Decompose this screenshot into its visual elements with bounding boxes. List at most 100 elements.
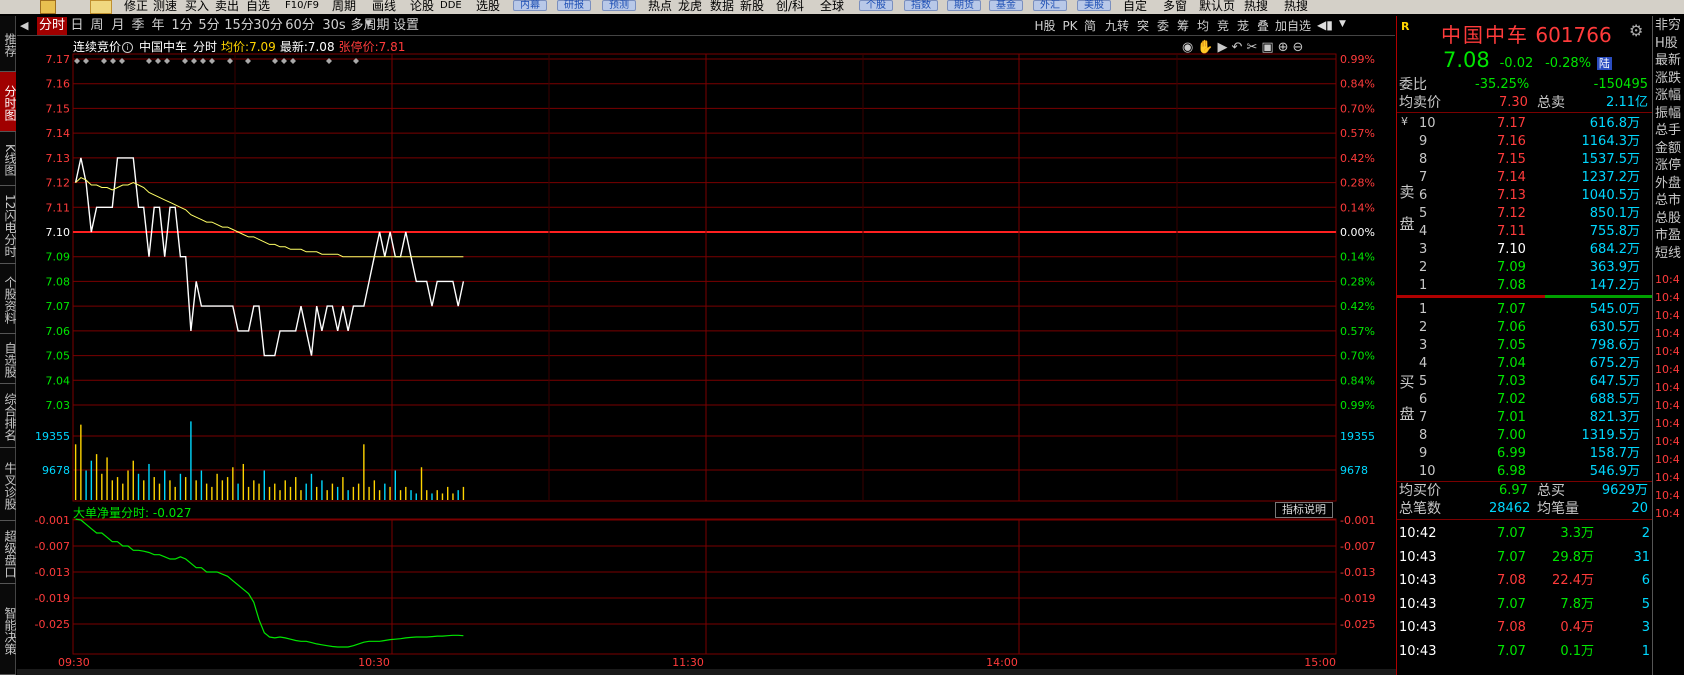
settings-gear-icon[interactable]: ⚙	[1629, 21, 1643, 40]
y-pct-label: 0.57%	[1340, 127, 1375, 140]
volume-bar	[415, 493, 417, 500]
indicator-tick-label: -0.007	[35, 540, 70, 553]
intraday-chart[interactable]: 7.17 0.99% 7.16 0.84% 7.15 0.70% 7.14 0.57% 7.13…	[0, 0, 1396, 675]
y-tick-label: 7.10	[46, 226, 71, 239]
volume-bar	[420, 467, 423, 500]
y-tick-label: 7.07	[46, 300, 71, 313]
zoom-in-icon[interactable]: ⊕	[1278, 40, 1289, 55]
eye-icon[interactable]: ◉	[1182, 40, 1193, 55]
far-right-panel: 非穷 H股 最新 涨跌 涨幅 振幅 总手 金额 涨停 外盘 总市 总股 市盈 短线 10:4 10:4 10:4…	[1652, 16, 1684, 675]
tick-time: 10:43	[1399, 596, 1437, 612]
undo-icon[interactable]: ↶	[1232, 40, 1243, 55]
detail-time: 10:4	[1655, 399, 1680, 412]
volume-bar	[357, 483, 360, 500]
avg-sell-label: 均卖价	[1399, 95, 1441, 111]
detail-label: 涨跌	[1655, 70, 1682, 86]
tick-volume: 22.4万	[1552, 573, 1594, 588]
ask-price[interactable]: 7.14	[1497, 169, 1526, 187]
tick-time: 10:43	[1399, 643, 1437, 659]
detail-label: 涨停	[1655, 158, 1682, 173]
deals-value: 28462	[1489, 501, 1531, 516]
bid-row: 1 7.07 545.0万	[1397, 301, 1652, 319]
ask-row: 9 7.16 1164.3万	[1397, 133, 1652, 151]
volume-bar	[268, 486, 271, 500]
bid-level: 7	[1419, 410, 1428, 425]
scissors-icon[interactable]: ✂	[1246, 40, 1257, 55]
volume-bar	[85, 470, 87, 500]
ask-price[interactable]: 7.10	[1497, 241, 1526, 259]
ask-volume: 1537.5万	[1581, 152, 1641, 167]
volume-bar	[336, 486, 339, 500]
detail-label: 外盘	[1655, 175, 1682, 191]
bid-level: 2	[1419, 320, 1428, 335]
bid-price[interactable]: 7.03	[1497, 373, 1526, 391]
tick-count: 5	[1641, 596, 1650, 612]
y-tick-label: 7.13	[46, 152, 71, 165]
bid-price[interactable]: 7.00	[1497, 427, 1526, 445]
quote-panel: R 中国中车 601766 ⚙ 7.08 -0.02 -0.28% 陆 委比 -3…	[1396, 16, 1652, 675]
detail-time: 10:4	[1655, 417, 1680, 430]
volume-bar	[326, 490, 328, 500]
y-pct-label: 0.14%	[1340, 251, 1375, 264]
bid-level: 3	[1419, 338, 1428, 353]
y-tick-label: 7.03	[46, 399, 71, 412]
tick-row: 10:43 7.08 0.4万 3	[1397, 619, 1652, 637]
bid-price[interactable]: 7.04	[1497, 355, 1526, 373]
ask-row: 3 7.10 684.2万	[1397, 241, 1652, 259]
bid-volume: 545.0万	[1589, 302, 1640, 317]
y-pct-label: 0.84%	[1340, 78, 1375, 91]
bid-price[interactable]: 7.05	[1497, 337, 1526, 355]
volume-bar	[221, 480, 224, 500]
volume-bar	[410, 490, 412, 500]
deals-row: 总笔数 28462 均笔量 20	[1397, 500, 1652, 518]
volume-bar	[310, 473, 313, 500]
detail-time: 10:4	[1655, 435, 1680, 448]
indicator-help-button[interactable]: 指标说明	[1275, 502, 1333, 518]
ask-level: 6	[1419, 188, 1428, 203]
tick-price: 7.08	[1497, 620, 1526, 635]
detail-time: 10:4	[1655, 309, 1680, 322]
volume-bar	[179, 473, 182, 500]
ask-price[interactable]: 7.08	[1497, 277, 1526, 295]
indicator-tick-label: -0.025	[35, 618, 70, 631]
play-icon[interactable]: ▶	[1218, 40, 1228, 55]
ask-level: 5	[1419, 206, 1428, 221]
tick-row: 10:43 7.07 0.1万 1	[1397, 643, 1652, 661]
volume-bar	[373, 480, 376, 500]
ask-price[interactable]: 7.11	[1497, 223, 1526, 241]
y-tick-label: 7.04	[46, 374, 71, 387]
bid-price[interactable]: 7.06	[1497, 319, 1526, 337]
volume-bar	[205, 483, 208, 500]
zoom-out-icon[interactable]: ⊖	[1293, 40, 1304, 55]
tick-volume: 0.4万	[1560, 620, 1594, 635]
ask-price[interactable]: 7.13	[1497, 187, 1526, 205]
indicator-tick-label: -0.019	[1340, 592, 1375, 605]
volume-bar	[158, 483, 161, 500]
y-pct-label: 0.14%	[1340, 201, 1375, 214]
ask-price[interactable]: 7.15	[1497, 151, 1526, 169]
detail-time: 10:4	[1655, 363, 1680, 376]
lock-icon[interactable]: ▣	[1261, 40, 1273, 55]
ask-price[interactable]: 7.16	[1497, 133, 1526, 151]
bid-price[interactable]: 7.07	[1497, 301, 1526, 319]
hand-icon[interactable]: ✋	[1197, 40, 1213, 55]
y-tick-label: 7.06	[46, 325, 71, 338]
ask-price[interactable]: 7.17	[1497, 115, 1526, 133]
bid-price[interactable]: 6.99	[1497, 445, 1526, 463]
detail-label: 总市	[1655, 193, 1682, 208]
indicator-name: 大单净量分时:	[73, 506, 150, 520]
bid-price[interactable]: 7.02	[1497, 391, 1526, 409]
volume-bar	[274, 483, 276, 500]
volume-bar	[263, 470, 265, 500]
tick-volume: 0.1万	[1560, 643, 1594, 659]
volume-bar	[258, 483, 260, 500]
quote-change-pct: -0.28%	[1545, 56, 1592, 71]
y-pct-label: 0.00%	[1340, 226, 1375, 239]
detail-label: 非穷	[1655, 18, 1682, 33]
ask-price[interactable]: 7.09	[1497, 259, 1526, 277]
bid-price[interactable]: 6.98	[1497, 463, 1526, 481]
ask-row: 2 7.09 363.9万	[1397, 259, 1652, 277]
y-pct-label: 0.28%	[1340, 275, 1375, 288]
ask-price[interactable]: 7.12	[1497, 205, 1526, 223]
bid-price[interactable]: 7.01	[1497, 409, 1526, 427]
